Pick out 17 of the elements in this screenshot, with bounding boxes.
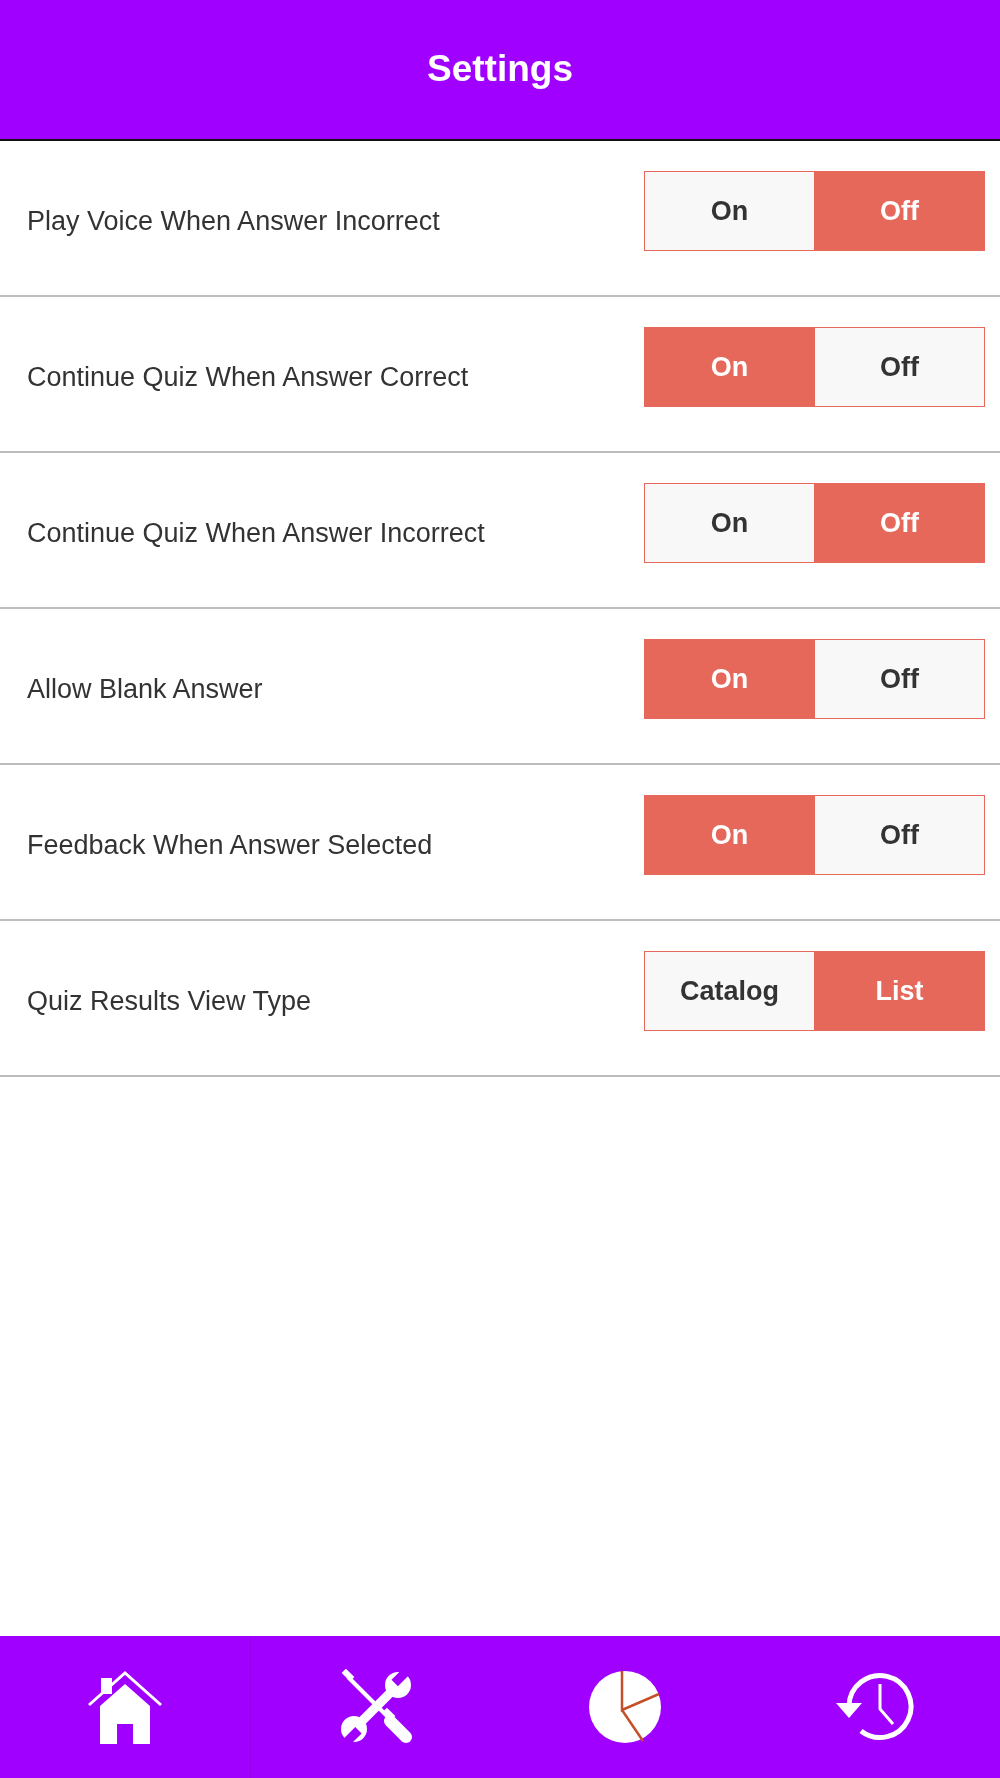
stats-tab[interactable]	[588, 1670, 663, 1744]
toggle-option[interactable]: Off	[815, 795, 985, 875]
setting-label: Continue Quiz When Answer Incorrect	[27, 516, 485, 550]
setting-label: Play Voice When Answer Incorrect	[27, 204, 440, 238]
setting-label: Feedback When Answer Selected	[27, 828, 433, 862]
setting-label: Continue Quiz When Answer Correct	[27, 360, 469, 394]
setting-label: Quiz Results View Type	[27, 984, 312, 1018]
setting-label: Allow Blank Answer	[27, 672, 263, 706]
toggle-option[interactable]: Catalog	[644, 951, 815, 1031]
screen-title: Settings	[427, 47, 573, 92]
toggle-option[interactable]: On	[644, 483, 815, 563]
house-icon	[86, 1669, 163, 1745]
toggle-option[interactable]: On	[644, 171, 815, 251]
pie-chart-icon	[588, 1670, 663, 1744]
toggle-option[interactable]: Off	[815, 639, 985, 719]
toggle-option[interactable]: Off	[815, 327, 985, 407]
home-tab[interactable]	[86, 1669, 163, 1745]
